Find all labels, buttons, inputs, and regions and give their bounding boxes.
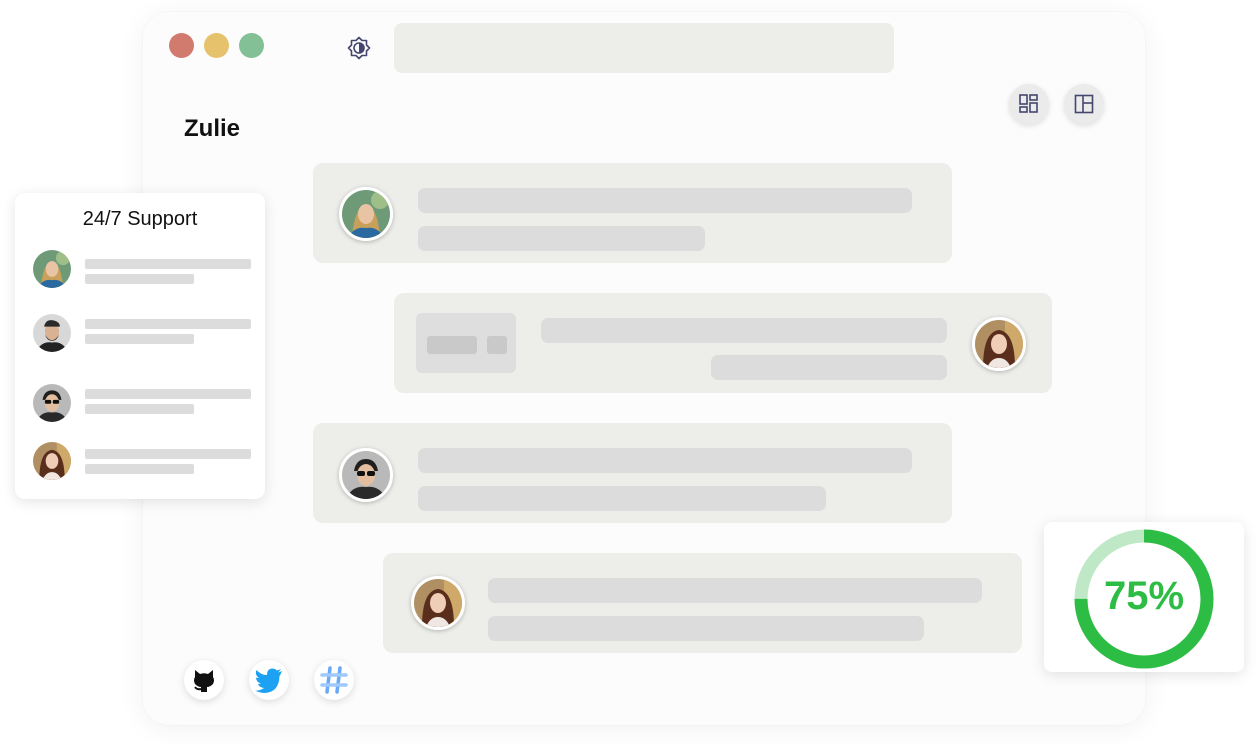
attachment-chip [427,336,477,354]
maximize-window-dot[interactable] [239,33,264,58]
contact-line [85,334,194,344]
woman-brunette-avatar[interactable] [33,442,71,480]
message-line [418,188,912,213]
dashboard-icon [1019,94,1038,113]
contact-line [85,319,251,329]
man-sunglasses-avatar[interactable] [339,448,393,502]
address-bar[interactable] [394,23,894,73]
contact-line [85,404,194,414]
brightness-icon[interactable] [346,35,372,61]
message-line [418,486,826,511]
message-line [488,578,982,603]
message-line [711,355,947,380]
support-title: 24/7 Support [82,208,198,230]
github-button[interactable] [184,660,224,700]
message-line [418,226,705,251]
slack-button[interactable] [314,660,354,700]
twitter-icon [255,668,282,693]
woman-blonde-avatar[interactable] [339,187,393,241]
dashboard-grid-button[interactable] [1009,84,1049,124]
contact-line [85,449,251,459]
man-sunglasses-avatar[interactable] [33,384,71,422]
woman-brunette-avatar[interactable] [411,576,465,630]
chat-title: Zulie [184,115,241,142]
slack-icon [320,666,348,694]
man-beard-avatar[interactable] [33,314,71,352]
progress-card: 75% [1044,522,1244,672]
attachment-chip [487,336,507,354]
message-line [541,318,947,343]
github-icon [194,670,214,692]
layout-icon [1074,94,1094,114]
twitter-button[interactable] [249,660,289,700]
contact-line [85,274,194,284]
woman-brunette-avatar[interactable] [972,317,1026,371]
close-window-dot[interactable] [169,33,194,58]
woman-blonde-avatar[interactable] [33,250,71,288]
layout-panel-button[interactable] [1064,84,1104,124]
message-line [418,448,912,473]
support-card: 24/7 Support [15,193,265,499]
message-line [488,616,924,641]
contact-line [85,464,194,474]
contact-line [85,389,251,399]
minimize-window-dot[interactable] [204,33,229,58]
progress-label: 75% [1103,574,1185,618]
contact-line [85,259,251,269]
